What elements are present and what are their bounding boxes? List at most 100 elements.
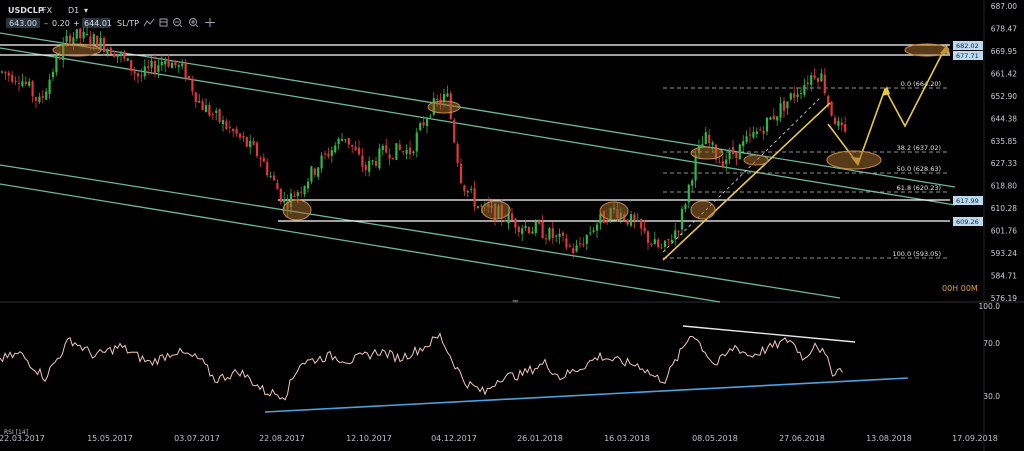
candle-body	[276, 182, 279, 190]
candle-body	[422, 122, 425, 126]
rsi-tick-label: 100.0	[979, 302, 1001, 311]
candle-body	[575, 245, 578, 252]
candle-body	[728, 149, 731, 160]
timeframe-selector[interactable]: D1	[68, 6, 79, 15]
candle-body	[408, 147, 412, 155]
candle-body	[191, 79, 194, 92]
candle-body	[92, 34, 95, 44]
minus-icon[interactable]: –	[44, 19, 48, 28]
level-label: 682.02	[956, 42, 979, 50]
price-tick-label: 627.33	[991, 159, 1017, 168]
candle-body	[130, 59, 133, 71]
candle-body	[262, 157, 265, 162]
level-label: 617.99	[956, 197, 979, 205]
candle-body	[534, 221, 537, 234]
candle-body	[708, 134, 711, 144]
candle-body	[371, 160, 374, 162]
chart-canvas[interactable]: USDCLP FX D1 ▾ 643.00 – 0.20 + 644.01 SL…	[0, 0, 1024, 451]
candle-body	[187, 76, 191, 80]
candle-body	[711, 142, 714, 145]
candle-body	[68, 35, 72, 43]
candle-body	[296, 192, 299, 197]
candle-body	[660, 247, 663, 249]
candle-body	[79, 28, 82, 39]
candle-body	[269, 175, 272, 177]
candle-body	[361, 155, 364, 167]
candle-body	[48, 79, 51, 94]
timeframe-chevron-icon[interactable]: ▾	[84, 6, 88, 15]
candle-body	[34, 97, 38, 101]
candle-body	[279, 188, 282, 203]
candle-body	[170, 62, 174, 69]
candle-body	[568, 245, 571, 247]
candle-body	[735, 152, 738, 159]
candle-body	[521, 228, 524, 234]
candle-body	[204, 105, 208, 113]
candle-body	[640, 218, 643, 229]
candle-body	[245, 137, 248, 147]
candle-body	[344, 139, 347, 141]
candle-body	[72, 37, 75, 45]
candle-body	[164, 60, 167, 65]
candle-body	[7, 72, 10, 76]
pane-resize-handle[interactable]: ▬	[512, 297, 519, 305]
candle-body	[150, 60, 153, 68]
candle-body	[782, 100, 786, 111]
candle-body	[201, 101, 204, 111]
candle-body	[167, 60, 170, 67]
candle-body	[398, 144, 401, 150]
date-tick-label: 27.06.2018	[779, 434, 825, 443]
candle-body	[327, 153, 330, 157]
candle-body	[242, 135, 245, 138]
candle-body	[181, 63, 184, 67]
candle-body	[221, 120, 225, 125]
sltp-button[interactable]: SL/TP	[117, 19, 139, 28]
date-tick-label: 04.12.2017	[431, 434, 477, 443]
candle-body	[330, 150, 333, 156]
candle-body	[799, 92, 803, 94]
date-tick-label: 26.01.2018	[517, 434, 563, 443]
candle-body	[510, 213, 514, 220]
candle-body	[725, 159, 728, 165]
candle-body	[211, 114, 214, 116]
date-tick-label: 16.03.2018	[604, 434, 650, 443]
candle-body	[738, 144, 741, 160]
candle-body	[198, 100, 201, 103]
price-tick-label: 635.85	[991, 137, 1017, 146]
fib-label: 100.0 (593.05)	[893, 250, 942, 258]
date-tick-label: 12.10.2017	[346, 434, 392, 443]
candle-body	[677, 230, 680, 232]
candle-body	[813, 75, 816, 79]
candle-body	[833, 117, 837, 125]
price-tick-label: 593.24	[991, 249, 1017, 258]
candle-body	[803, 84, 806, 95]
candle-body	[126, 58, 129, 61]
candle-body	[113, 53, 116, 57]
candle-body	[463, 185, 466, 192]
symbol-label[interactable]: USDCLP	[8, 6, 44, 15]
level-label: 677.71	[956, 52, 979, 60]
candle-body	[670, 239, 673, 243]
candle-body	[742, 141, 745, 147]
candle-body	[337, 138, 340, 145]
candle-body	[109, 47, 112, 55]
candle-body	[232, 128, 235, 132]
price-tick-label: 687.00	[991, 2, 1017, 11]
candle-body	[551, 228, 554, 239]
candle-body	[340, 139, 344, 141]
candle-body	[14, 80, 17, 82]
candle-body	[378, 148, 381, 169]
plus-icon[interactable]: +	[73, 19, 80, 28]
candle-body	[755, 131, 758, 134]
fib-label: 38.2 (637.02)	[897, 144, 941, 152]
candle-body	[585, 234, 588, 244]
candle-body	[157, 65, 160, 72]
candle-body	[306, 181, 310, 189]
candle-body	[595, 224, 599, 231]
candle-body	[776, 116, 779, 121]
candle-body	[779, 103, 782, 118]
candle-body	[476, 206, 480, 208]
candle-body	[718, 162, 721, 164]
candle-body	[357, 147, 361, 155]
candle-body	[153, 61, 157, 73]
